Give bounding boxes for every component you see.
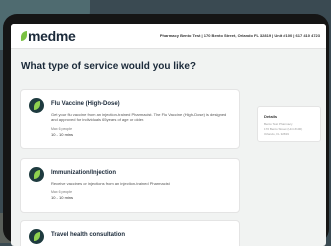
logo-text: medme	[28, 28, 76, 44]
service-title: Travel health consultation	[51, 232, 126, 238]
service-icon	[29, 229, 44, 244]
leaf-icon	[21, 31, 27, 41]
leaf-icon	[33, 170, 40, 179]
service-description: Get your flu vaccine from an injection-t…	[51, 112, 227, 122]
service-title: Immunization/Injection	[51, 170, 117, 176]
medme-logo[interactable]: medme	[21, 28, 76, 44]
leaf-icon	[33, 101, 40, 110]
service-card-flu-vaccine[interactable]: Flu Vaccine (High-Dose) Get your flu vac…	[20, 89, 240, 149]
top-bar: medme Pharmacy Bento Test | 170 Bento St…	[11, 24, 326, 49]
leaf-icon	[33, 232, 40, 241]
service-duration: 10 - 10 mins	[51, 132, 74, 137]
service-duration: 10 - 10 mins	[51, 195, 74, 200]
details-line: 170 Bento Street (Unit #100)	[264, 127, 303, 131]
service-description: Receive vaccines or injections from an i…	[51, 181, 170, 186]
pharmacy-info: Pharmacy Bento Test | 170 Bento Street, …	[159, 33, 320, 38]
app-screen: medme Pharmacy Bento Test | 170 Bento St…	[11, 24, 326, 246]
details-line: Orlando, FL 32819	[264, 132, 289, 136]
service-card-immunization[interactable]: Immunization/Injection Receive vaccines …	[20, 158, 240, 213]
details-line: Bento Test Pharmacy	[264, 122, 293, 126]
service-card-travel-health[interactable]: Travel health consultation	[20, 220, 240, 246]
page-title: What type of service would you like?	[21, 61, 197, 72]
service-icon	[29, 98, 44, 113]
tablet-frame: medme Pharmacy Bento Test | 170 Bento St…	[3, 14, 329, 246]
details-title: Details	[264, 114, 278, 119]
service-capacity: Max 6 people	[51, 190, 73, 194]
service-icon	[29, 167, 44, 182]
details-card: Details Bento Test Pharmacy 170 Bento St…	[257, 106, 321, 142]
service-title: Flu Vaccine (High-Dose)	[51, 101, 120, 107]
service-capacity: Max 6 people	[51, 127, 73, 131]
